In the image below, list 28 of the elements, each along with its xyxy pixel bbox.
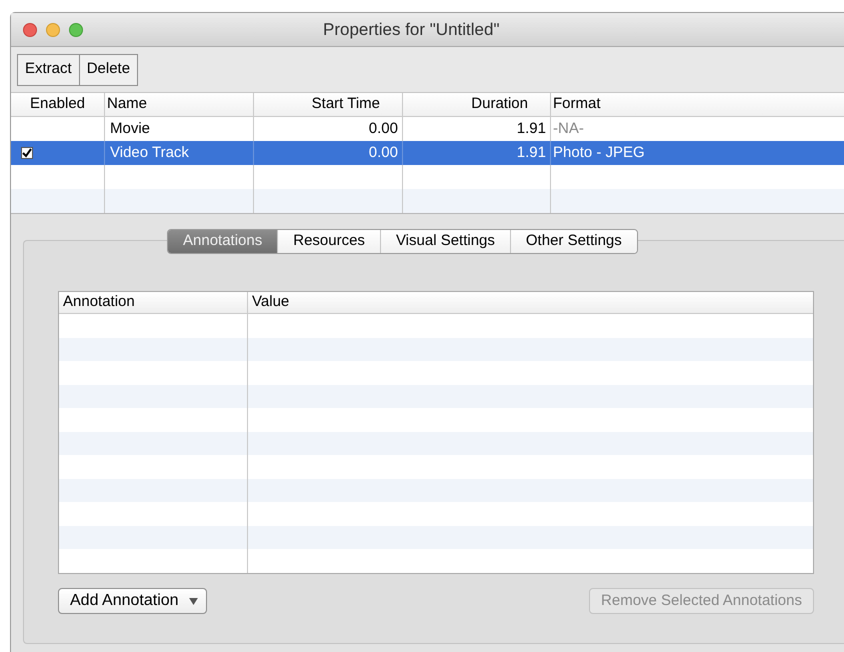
toolbar-button[interactable]: Delete: [78, 54, 138, 84]
tab[interactable]: Visual Settings: [380, 230, 510, 253]
table-cell-text: 0.00: [368, 142, 398, 163]
column-header[interactable]: Annotation: [63, 291, 135, 314]
zoom-icon[interactable]: [69, 22, 83, 36]
table-cell-text: 1.91: [516, 118, 546, 139]
close-icon[interactable]: [23, 22, 37, 36]
column-header[interactable]: Enabled: [30, 93, 86, 116]
table-cell-text: Movie: [110, 118, 150, 139]
table-cell-text: 1.91: [516, 142, 546, 163]
table-cell-text: Video Track: [110, 142, 189, 163]
tab[interactable]: Annotations: [168, 230, 278, 253]
table-cell-text: 0.00: [368, 118, 398, 139]
enabled-checkbox[interactable]: [21, 147, 33, 159]
column-header[interactable]: Duration: [471, 93, 528, 116]
table-cell-text: Photo - JPEG: [553, 142, 645, 163]
column-header[interactable]: Value: [252, 291, 290, 314]
tab[interactable]: Other Settings: [510, 230, 637, 253]
column-header[interactable]: Start Time: [312, 93, 380, 116]
track-row[interactable]: Video Track 0.00 1.91 Photo - JPEG: [11, 141, 844, 165]
toolbar-button[interactable]: Extract: [18, 54, 79, 84]
column-header[interactable]: Name: [107, 93, 148, 116]
tab[interactable]: Resources: [277, 230, 380, 253]
table-cell-text: -NA-: [553, 118, 584, 139]
column-header[interactable]: Format: [553, 93, 601, 116]
add-annotation-dropdown[interactable]: Add Annotation: [58, 588, 207, 614]
window-title: Properties for "Untitled": [323, 18, 500, 41]
caret-icon: [188, 598, 198, 604]
